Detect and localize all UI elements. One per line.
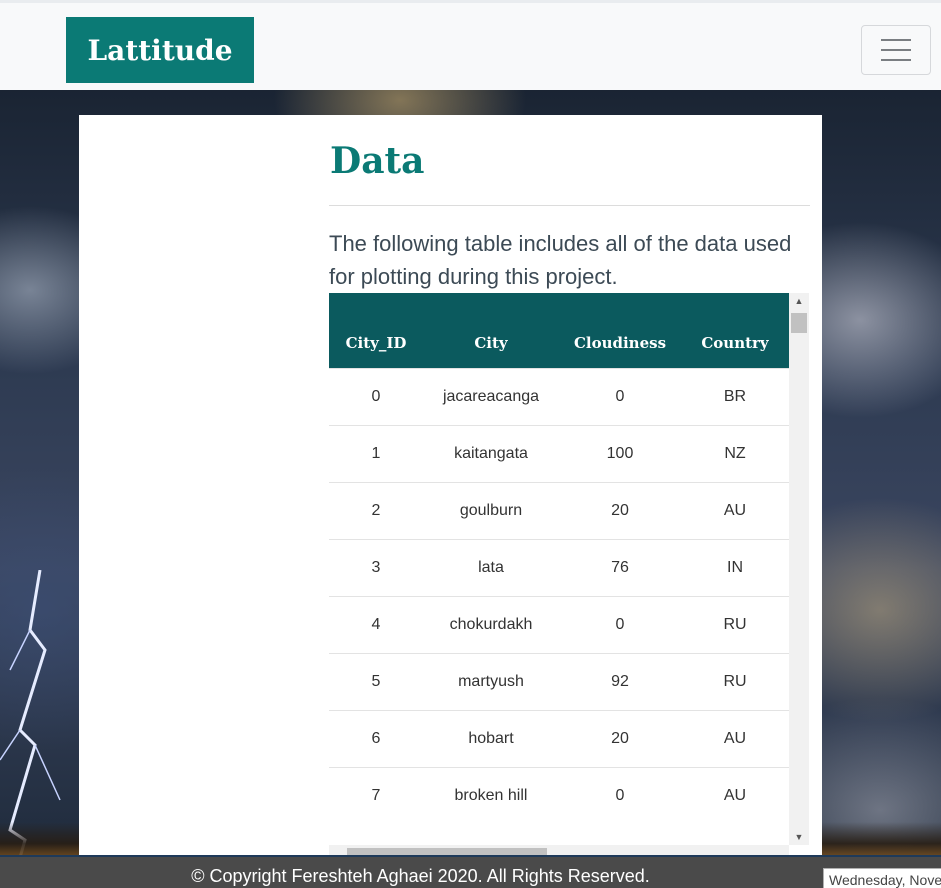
cell-city: lata (423, 538, 559, 596)
scroll-up-arrow-icon[interactable]: ▲ (789, 293, 809, 309)
vertical-scroll-thumb[interactable] (791, 313, 807, 333)
data-table-container[interactable]: City_ID City Cloudiness Country 0 jacare… (329, 293, 809, 860)
cell-city: goulburn (423, 481, 559, 539)
cell-cloudiness: 0 (559, 367, 681, 425)
cell-city-id: 7 (329, 766, 423, 824)
header-cloudiness[interactable]: Cloudiness (559, 293, 681, 368)
cell-cloudiness: 100 (559, 424, 681, 482)
cell-city: chokurdakh (423, 595, 559, 653)
cell-city-id: 1 (329, 424, 423, 482)
cell-cloudiness: 0 (559, 595, 681, 653)
cell-city-id: 3 (329, 538, 423, 596)
cell-city: kaitangata (423, 424, 559, 482)
header-city-id[interactable]: City_ID (329, 293, 423, 368)
table-row: 4 chokurdakh 0 RU (329, 595, 789, 653)
cell-cloudiness: 0 (559, 766, 681, 824)
cell-country: AU (681, 709, 789, 767)
cell-cloudiness: 20 (559, 709, 681, 767)
table-row: 2 goulburn 20 AU (329, 481, 789, 539)
cell-city-id: 5 (329, 652, 423, 710)
cell-city-id: 4 (329, 595, 423, 653)
cell-country: NZ (681, 424, 789, 482)
table-row: 3 lata 76 IN (329, 538, 789, 596)
data-table: City_ID City Cloudiness Country 0 jacare… (329, 293, 789, 824)
page-description: The following table includes all of the … (329, 231, 792, 289)
cell-cloudiness: 76 (559, 538, 681, 596)
cell-city-id: 0 (329, 367, 423, 425)
cell-country: AU (681, 766, 789, 824)
header-city[interactable]: City (423, 293, 559, 368)
cell-cloudiness: 92 (559, 652, 681, 710)
brand-logo-link[interactable]: Lattitude (66, 17, 254, 83)
hamburger-menu-icon (881, 59, 911, 61)
content-card: Data The following table includes all of… (79, 115, 822, 860)
title-divider (329, 205, 810, 206)
cell-city-id: 6 (329, 709, 423, 767)
date-tooltip: Wednesday, Nove (823, 868, 941, 888)
table-row: 1 kaitangata 100 NZ (329, 424, 789, 482)
footer: © Copyright Fereshteh Aghaei 2020. All R… (0, 855, 941, 888)
cell-country: IN (681, 538, 789, 596)
cell-city-id: 2 (329, 481, 423, 539)
cell-cloudiness: 20 (559, 481, 681, 539)
cell-country: AU (681, 481, 789, 539)
cell-city: hobart (423, 709, 559, 767)
scroll-down-arrow-icon[interactable]: ▼ (789, 829, 809, 845)
table-row: 0 jacareacanga 0 BR (329, 367, 789, 425)
vertical-scrollbar[interactable]: ▲ ▼ (789, 293, 809, 845)
table-row: 6 hobart 20 AU (329, 709, 789, 767)
page-title: Data (330, 140, 425, 182)
cell-country: RU (681, 595, 789, 653)
cell-city: martyush (423, 652, 559, 710)
header-country[interactable]: Country (681, 293, 789, 368)
table-header-row: City_ID City Cloudiness Country (329, 293, 789, 368)
cell-country: BR (681, 367, 789, 425)
copyright-text: © Copyright Fereshteh Aghaei 2020. All R… (191, 866, 650, 886)
table-row: 5 martyush 92 RU (329, 652, 789, 710)
navbar: Lattitude (0, 0, 941, 90)
table-row: 7 broken hill 0 AU (329, 766, 789, 824)
cell-city: broken hill (423, 766, 559, 824)
cell-city: jacareacanga (423, 367, 559, 425)
cell-country: RU (681, 652, 789, 710)
hamburger-menu-icon (881, 39, 911, 41)
hamburger-menu-icon (881, 49, 911, 51)
navbar-toggler-button[interactable] (861, 25, 931, 75)
